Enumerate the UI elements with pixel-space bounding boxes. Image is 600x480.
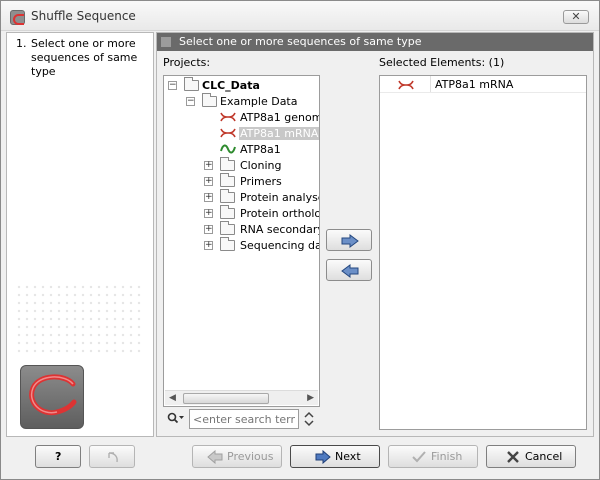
next-button[interactable]: Next — [290, 445, 380, 468]
previous-button-label: Previous — [227, 450, 274, 463]
folder-icon — [220, 237, 235, 251]
expand-icon[interactable]: + — [204, 161, 213, 170]
steps-panel: 1. Select one or more sequences of same … — [6, 32, 154, 437]
column-separator — [430, 76, 431, 92]
expand-icon[interactable]: + — [204, 241, 213, 250]
scrollbar-thumb[interactable] — [183, 393, 269, 404]
project-tree[interactable]: − CLC_Data − Example Data ATP8a1 genomic — [163, 75, 320, 407]
window-title: Shuffle Sequence — [31, 9, 136, 23]
selected-elements-label: Selected Elements: (1) — [379, 56, 505, 69]
selected-item-label: ATP8a1 mRNA — [435, 78, 514, 91]
close-button[interactable]: ✕ — [563, 10, 589, 24]
dna-sequence-icon — [220, 112, 236, 122]
scroll-left-icon[interactable]: ◀ — [169, 393, 176, 403]
tree-item-example-data[interactable]: − Example Data — [164, 93, 319, 110]
tree-item-protein-analyses[interactable]: + Protein analyses — [164, 189, 319, 206]
tree-item-label: Protein analyses — [240, 191, 319, 204]
tree-item-label: Protein orthologs — [240, 207, 319, 220]
tree-item-label: ATP8a1 — [240, 143, 281, 156]
folder-icon — [220, 205, 235, 219]
tree-item-label: Example Data — [220, 95, 298, 108]
folder-icon — [220, 157, 235, 171]
dialog-footer: ? Previous Next Finish Cancel — [1, 437, 599, 479]
collapse-icon[interactable]: − — [168, 81, 177, 90]
collapse-icon[interactable]: − — [186, 97, 195, 106]
folder-icon — [220, 221, 235, 235]
tree-item-rna-secondary[interactable]: + RNA secondary s — [164, 221, 320, 238]
folder-icon — [202, 93, 217, 107]
tree-item-clc-data[interactable]: − CLC_Data — [164, 77, 319, 94]
tree-item-label: CLC_Data — [202, 79, 260, 92]
step-header-title: Select one or more sequences of same typ… — [179, 35, 422, 48]
tree-item-label: Primers — [240, 175, 282, 188]
tree-item-label: Sequencing data — [240, 239, 319, 252]
dialog-window: Shuffle Sequence ✕ 1. Select one or more… — [0, 0, 600, 480]
help-button-label: ? — [55, 450, 62, 463]
arrow-right-icon — [315, 450, 331, 464]
next-button-label: Next — [335, 450, 361, 463]
add-to-selected-button[interactable] — [326, 229, 372, 251]
checkmark-icon — [412, 451, 426, 463]
expand-icon[interactable]: + — [204, 177, 213, 186]
dna-sequence-icon — [398, 80, 414, 90]
tree-item-label: Cloning — [240, 159, 282, 172]
step-number: 1. — [16, 37, 27, 50]
close-icon — [507, 451, 519, 463]
previous-button[interactable]: Previous — [192, 445, 282, 468]
tree-item-label: ATP8a1 genomic — [240, 111, 319, 124]
cancel-button[interactable]: Cancel — [486, 445, 576, 468]
tree-item-label: RNA secondary s — [240, 223, 320, 236]
dna-sequence-icon — [220, 128, 236, 138]
reset-button[interactable] — [89, 445, 135, 468]
step-text: Select one or more sequences of same typ… — [31, 37, 138, 78]
decorative-dots — [15, 283, 145, 353]
clc-app-icon — [10, 10, 25, 25]
arrow-left-icon — [207, 450, 223, 464]
header-mark-icon — [161, 37, 171, 47]
search-icon[interactable] — [167, 412, 185, 424]
tree-item-protein-orthologs[interactable]: + Protein orthologs — [164, 205, 319, 222]
horizontal-scrollbar[interactable]: ◀ ▶ — [165, 390, 318, 405]
title-bar: Shuffle Sequence ✕ — [1, 1, 599, 31]
tree-item-cloning[interactable]: + Cloning — [164, 157, 319, 174]
tree-item-sequencing-data[interactable]: + Sequencing data — [164, 237, 319, 254]
protein-sequence-icon — [220, 144, 236, 154]
search-options-chevron-icon[interactable] — [303, 411, 315, 427]
selected-item[interactable]: ATP8a1 mRNA — [380, 76, 586, 93]
projects-label: Projects: — [163, 56, 211, 69]
folder-icon — [220, 173, 235, 187]
selected-elements-list[interactable]: ATP8a1 mRNA — [379, 75, 587, 430]
finish-button[interactable]: Finish — [388, 445, 478, 468]
cancel-button-label: Cancel — [525, 450, 563, 463]
expand-icon[interactable]: + — [204, 225, 213, 234]
finish-button-label: Finish — [431, 450, 463, 463]
clc-logo — [20, 365, 84, 429]
search-input[interactable] — [189, 409, 299, 429]
help-button[interactable]: ? — [35, 445, 81, 468]
tree-item-atp8a1-genomic[interactable]: ATP8a1 genomic — [164, 110, 319, 126]
undo-icon — [108, 452, 118, 463]
scroll-right-icon[interactable]: ▶ — [307, 393, 314, 403]
tree-item-label: ATP8a1 mRNA — [239, 127, 319, 140]
main-panel: Select one or more sequences of same typ… — [156, 32, 594, 437]
tree-item-primers[interactable]: + Primers — [164, 173, 319, 190]
folder-icon — [220, 189, 235, 203]
arrow-right-icon — [341, 234, 359, 248]
expand-icon[interactable]: + — [204, 209, 213, 218]
expand-icon[interactable]: + — [204, 193, 213, 202]
remove-from-selected-button[interactable] — [326, 259, 372, 281]
database-folder-icon — [184, 77, 199, 91]
tree-item-atp8a1-protein[interactable]: ATP8a1 — [164, 142, 319, 158]
step-header: Select one or more sequences of same typ… — [157, 33, 593, 51]
tree-item-atp8a1-mrna[interactable]: ATP8a1 mRNA — [164, 126, 319, 142]
arrow-left-icon — [341, 264, 359, 278]
